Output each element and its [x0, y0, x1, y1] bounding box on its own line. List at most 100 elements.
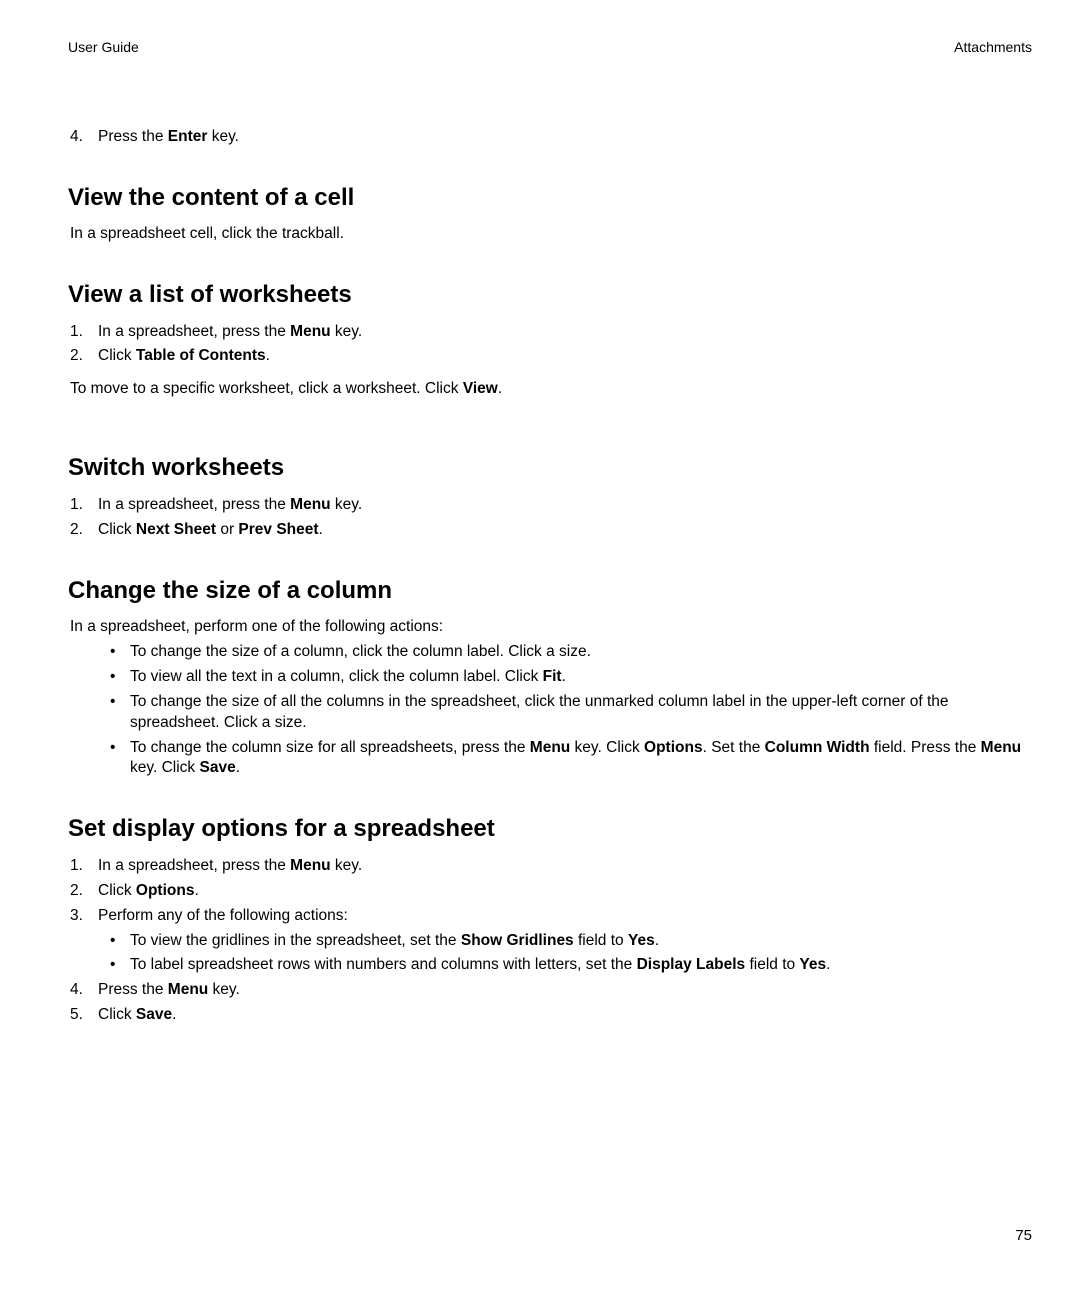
t: key.	[208, 981, 240, 998]
step-text: Click Next Sheet or Prev Sheet.	[98, 520, 1032, 541]
t: .	[498, 380, 502, 397]
step-number: 5.	[68, 1005, 98, 1026]
t: To view all the text in a column, click …	[130, 668, 543, 685]
field-show-gridlines: Show Gridlines	[461, 932, 574, 949]
t: field. Press the	[870, 739, 981, 756]
t: .	[319, 521, 323, 538]
t: key.	[207, 128, 239, 145]
step-number: 2.	[68, 881, 98, 902]
para: In a spreadsheet, perform one of the fol…	[70, 617, 1032, 638]
menu-options: Options	[136, 882, 195, 899]
t: key. Click	[130, 759, 199, 776]
t: Click	[98, 882, 136, 899]
step-text: Perform any of the following actions:	[98, 906, 1032, 927]
step-number: 2.	[68, 520, 98, 541]
step-text: Click Save.	[98, 1005, 1032, 1026]
step-number: 4.	[68, 127, 98, 148]
menu-save: Save	[136, 1006, 172, 1023]
header-left: User Guide	[68, 38, 139, 57]
header-right: Attachments	[954, 38, 1032, 57]
bullets: To change the size of a column, click th…	[110, 642, 1032, 780]
key-enter: Enter	[168, 128, 208, 145]
t: In a spreadsheet, press the	[98, 496, 290, 513]
step-text: Press the Menu key.	[98, 980, 1032, 1001]
t: .	[194, 882, 198, 899]
bullet-text: To view the gridlines in the spreadsheet…	[130, 931, 659, 952]
menu-prev-sheet: Prev Sheet	[238, 521, 318, 538]
key-menu: Menu	[290, 496, 330, 513]
steps-cont: 4. Press the Menu key. 5. Click Save.	[68, 980, 1032, 1026]
t: .	[236, 759, 240, 776]
t: .	[562, 668, 566, 685]
steps: 1. In a spreadsheet, press the Menu key.…	[68, 322, 1032, 368]
step-text: In a spreadsheet, press the Menu key.	[98, 856, 1032, 877]
step-text: Click Table of Contents.	[98, 346, 1032, 367]
step-text: Click Options.	[98, 881, 1032, 902]
t: To move to a specific worksheet, click a…	[70, 380, 463, 397]
menu-save: Save	[199, 759, 235, 776]
t: Click	[98, 1006, 136, 1023]
step-number: 2.	[68, 346, 98, 367]
t: field to	[745, 956, 799, 973]
t: To label spreadsheet rows with numbers a…	[130, 956, 637, 973]
para: To move to a specific worksheet, click a…	[70, 379, 1032, 400]
field-display-labels: Display Labels	[637, 956, 746, 973]
t: .	[655, 932, 659, 949]
t: key.	[331, 323, 363, 340]
page: User Guide Attachments 4. Press the Ente…	[0, 0, 1080, 1026]
heading-display-options: Set display options for a spreadsheet	[68, 813, 1032, 845]
t: .	[266, 347, 270, 364]
t: key.	[331, 496, 363, 513]
t: Click	[98, 347, 136, 364]
heading-switch-worksheets: Switch worksheets	[68, 452, 1032, 484]
step-text: In a spreadsheet, press the Menu key.	[98, 495, 1032, 516]
menu-next-sheet: Next Sheet	[136, 521, 216, 538]
steps: 1. In a spreadsheet, press the Menu key.…	[68, 495, 1032, 541]
para: In a spreadsheet cell, click the trackba…	[70, 224, 1032, 245]
steps: 1. In a spreadsheet, press the Menu key.…	[68, 856, 1032, 927]
t: key. Click	[570, 739, 644, 756]
bullet-text: To label spreadsheet rows with numbers a…	[130, 955, 830, 976]
step-text: Press the Enter key.	[98, 127, 1032, 148]
bullet-text: To change the column size for all spread…	[130, 738, 1032, 780]
heading-view-cell: View the content of a cell	[68, 182, 1032, 214]
t: To view the gridlines in the spreadsheet…	[130, 932, 461, 949]
page-header: User Guide Attachments	[68, 38, 1032, 57]
t: Press the	[98, 128, 168, 145]
menu-view: View	[463, 380, 498, 397]
key-menu: Menu	[290, 323, 330, 340]
key-menu: Menu	[530, 739, 570, 756]
step-number: 1.	[68, 856, 98, 877]
page-number: 75	[1015, 1226, 1032, 1246]
value-yes: Yes	[628, 932, 655, 949]
step-number: 1.	[68, 322, 98, 343]
bullet-text: To change the size of all the columns in…	[130, 692, 1032, 734]
t: In a spreadsheet, press the	[98, 323, 290, 340]
key-menu: Menu	[168, 981, 208, 998]
t: In a spreadsheet, press the	[98, 857, 290, 874]
pre-steps: 4. Press the Enter key.	[68, 127, 1032, 148]
bullet-text: To view all the text in a column, click …	[130, 667, 566, 688]
t: .	[826, 956, 830, 973]
t: key.	[331, 857, 363, 874]
step-number: 1.	[68, 495, 98, 516]
menu-fit: Fit	[543, 668, 562, 685]
bullet-text: To change the size of a column, click th…	[130, 642, 591, 663]
step-text: In a spreadsheet, press the Menu key.	[98, 322, 1032, 343]
key-menu: Menu	[290, 857, 330, 874]
t: . Set the	[703, 739, 765, 756]
menu-table-of-contents: Table of Contents	[136, 347, 266, 364]
heading-change-column-size: Change the size of a column	[68, 575, 1032, 607]
value-yes: Yes	[799, 956, 826, 973]
t: .	[172, 1006, 176, 1023]
field-column-width: Column Width	[765, 739, 870, 756]
t: Click	[98, 521, 136, 538]
step-number: 4.	[68, 980, 98, 1001]
key-menu: Menu	[981, 739, 1021, 756]
t: Press the	[98, 981, 168, 998]
t: field to	[574, 932, 628, 949]
heading-list-worksheets: View a list of worksheets	[68, 279, 1032, 311]
step-number: 3.	[68, 906, 98, 927]
sub-bullets: To view the gridlines in the spreadsheet…	[110, 931, 1032, 977]
t: To change the column size for all spread…	[130, 739, 530, 756]
